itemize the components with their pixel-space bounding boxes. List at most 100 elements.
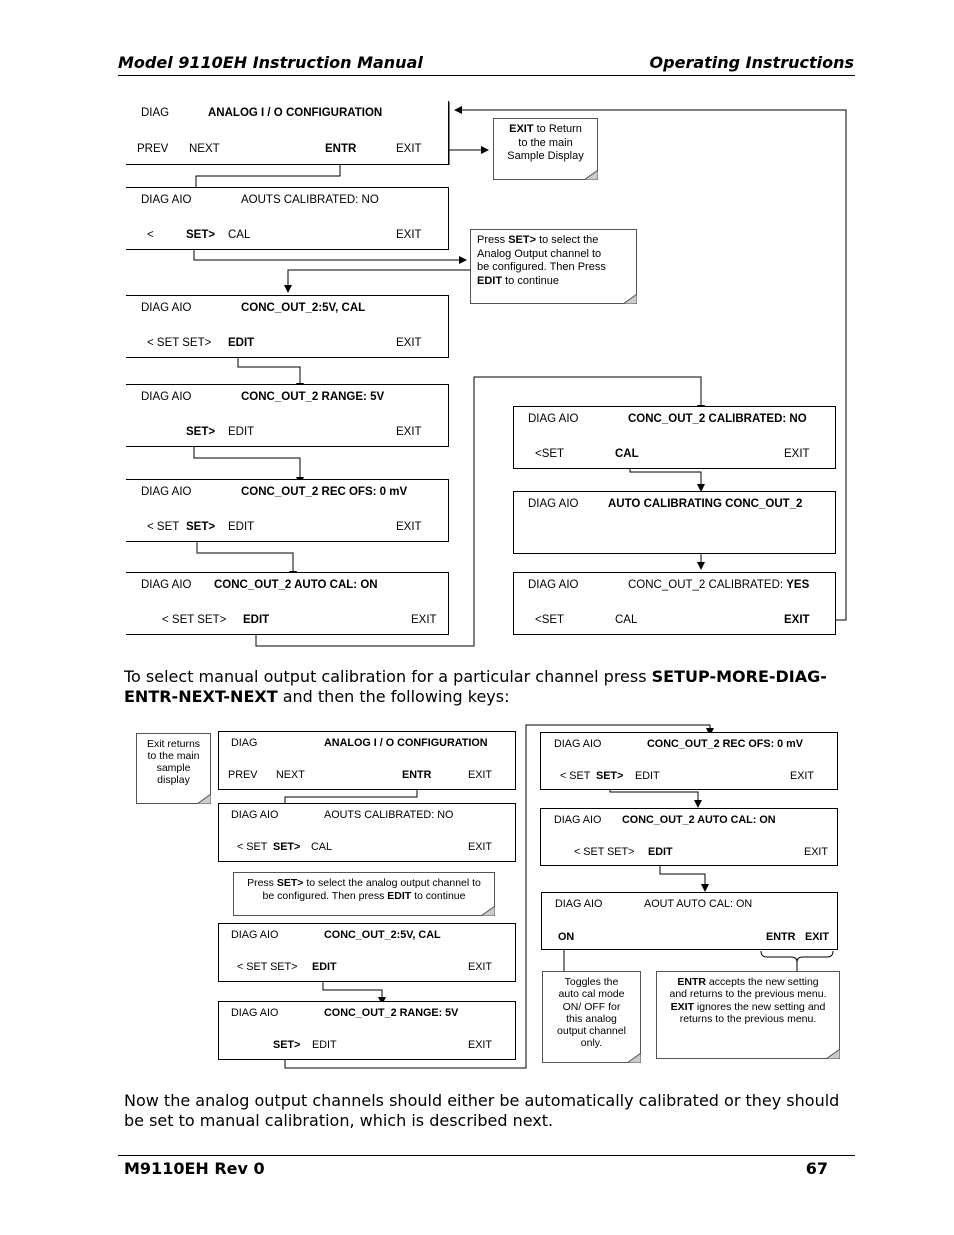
section-title: Operating Instructions (649, 53, 854, 72)
screen-title-right: CONC_OUT_2 AUTO CAL: ON (622, 814, 776, 826)
key-edit[interactable]: EDIT (243, 614, 269, 626)
key-set-next[interactable]: SET> (273, 1039, 300, 1051)
key-exit[interactable]: EXIT (396, 521, 422, 533)
key-exit[interactable]: EXIT (468, 1039, 492, 1051)
d2-screen-range: DIAG AIO CONC_OUT_2 RANGE: 5V SET> EDIT … (218, 1001, 516, 1060)
key-set-prev[interactable]: < SET (147, 521, 179, 533)
screen-title-left: DIAG AIO (528, 579, 579, 591)
note-text: Press (477, 234, 509, 246)
note-text: Analog Output channel to (477, 247, 602, 260)
note-text: auto cal mode (558, 988, 625, 1001)
note-text: Press (247, 877, 277, 889)
key-exit[interactable]: EXIT (804, 846, 828, 858)
d2-screen-auto-cal: DIAG AIO CONC_OUT_2 AUTO CAL: ON < SET S… (540, 808, 838, 866)
note-bold: EDIT (387, 890, 412, 902)
page-fold-icon (627, 1053, 641, 1063)
screen-title-left: DIAG AIO (555, 898, 603, 910)
key-cal[interactable]: CAL (615, 614, 637, 626)
screen-title-right: CONC_OUT_2 RANGE: 5V (324, 1007, 459, 1019)
screen-title-right: CONC_OUT_2:5V, CAL (324, 929, 441, 941)
key-exit[interactable]: EXIT (396, 337, 422, 349)
key-exit[interactable]: EXIT (784, 448, 810, 460)
d1-screen-analog-io-config: DIAG ANALOG I / O CONFIGURATION PREV NEX… (126, 101, 449, 165)
key-set-next[interactable]: SET> (186, 426, 215, 438)
key-edit[interactable]: EDIT (312, 1039, 337, 1051)
screen-title-right: CONC_OUT_2 AUTO CAL: ON (214, 579, 378, 591)
screen-title-left: DIAG AIO (141, 579, 192, 591)
revision-label: M9110EH Rev 0 (124, 1159, 265, 1178)
note-text: accepts the new setting (705, 976, 819, 988)
key-set-prev[interactable]: <SET (535, 614, 564, 626)
key-next[interactable]: NEXT (189, 143, 220, 155)
d2-screen-aout-auto-cal: DIAG AIO AOUT AUTO CAL: ON ON ENTR EXIT (541, 892, 838, 950)
d1-screen-calibrated-yes: DIAG AIO CONC_OUT_2 CALIBRATED: YES <SET… (513, 572, 836, 635)
key-set-prev-next[interactable]: < SET SET> (162, 614, 226, 626)
key-exit[interactable]: EXIT (396, 426, 422, 438)
page-fold-icon (481, 906, 495, 916)
key-set-prev[interactable]: <SET (535, 448, 564, 460)
key-entr[interactable]: ENTR (402, 769, 431, 781)
key-edit[interactable]: EDIT (228, 426, 254, 438)
key-exit[interactable]: EXIT (805, 931, 829, 943)
key-entr[interactable]: ENTR (766, 931, 795, 943)
key-edit[interactable]: EDIT (312, 961, 337, 973)
note-text: ON/ OFF for (562, 1000, 621, 1013)
manual-title: Model 9110EH Instruction Manual (118, 53, 423, 72)
key-exit[interactable]: EXIT (468, 961, 492, 973)
screen-title-left: DIAG (141, 107, 170, 119)
note-text: ignores the new setting and (694, 1000, 826, 1013)
key-edit[interactable]: EDIT (228, 521, 254, 533)
key-edit[interactable]: EDIT (228, 337, 254, 349)
screen-title-right: AOUT AUTO CAL: ON (644, 898, 753, 910)
key-set-next[interactable]: SET> (186, 229, 215, 241)
key-exit[interactable]: EXIT (468, 769, 492, 781)
key-prev-arrow[interactable]: < (147, 229, 154, 241)
screen-title-right: AUTO CALIBRATING CONC_OUT_2 (608, 498, 803, 510)
key-on-toggle[interactable]: ON (558, 931, 574, 943)
note-text: returns to the previous menu. (679, 1012, 817, 1025)
key-set-prev[interactable]: < SET (237, 841, 267, 853)
key-exit[interactable]: EXIT (784, 614, 810, 626)
instruction-paragraph: To select manual output calibration for … (124, 667, 859, 706)
key-set-prev[interactable]: < SET (560, 770, 590, 782)
screen-title-left: DIAG (231, 737, 258, 749)
note-text: Toggles the (564, 976, 619, 988)
screen-title-left: DIAG AIO (141, 194, 192, 206)
key-set-prev-next[interactable]: < SET SET> (237, 961, 297, 973)
screen-title-right: CONC_OUT_2 RANGE: 5V (241, 391, 385, 403)
key-prev[interactable]: PREV (137, 143, 168, 155)
note-text: display (157, 774, 190, 786)
screen-title-right: CONC_OUT_2 REC OFS: 0 mV (647, 738, 803, 750)
key-exit[interactable]: EXIT (468, 841, 492, 853)
key-exit[interactable]: EXIT (790, 770, 814, 782)
note-bold: ENTR (677, 976, 706, 988)
key-cal[interactable]: CAL (228, 229, 250, 241)
note-text: sample (156, 762, 191, 774)
status-label: CONC_OUT_2 CALIBRATED: (628, 579, 787, 591)
key-edit[interactable]: EDIT (635, 770, 660, 782)
key-edit[interactable]: EDIT (648, 846, 673, 858)
screen-title-left: DIAG AIO (141, 391, 192, 403)
note-exit-returns: Exit returns to the main sample display (136, 733, 211, 804)
note-press-set: Press SET> to select the analog output c… (233, 872, 495, 916)
key-prev[interactable]: PREV (228, 769, 257, 781)
key-set-next[interactable]: SET> (273, 841, 300, 853)
key-exit[interactable]: EXIT (396, 143, 422, 155)
key-set-next[interactable]: SET> (596, 770, 623, 782)
screen-title-left: DIAG AIO (231, 929, 279, 941)
note-bold: EXIT (670, 1000, 694, 1013)
key-cal[interactable]: CAL (615, 448, 639, 460)
note-text: to the main (518, 136, 573, 149)
key-exit[interactable]: EXIT (396, 229, 422, 241)
key-set-next[interactable]: SET> (186, 521, 215, 533)
screen-title-right: ANALOG I / O CONFIGURATION (324, 737, 488, 749)
screen-title-right: CONC_OUT_2 REC OFS: 0 mV (241, 486, 408, 498)
key-set-prev-next[interactable]: < SET SET> (574, 846, 634, 858)
page-fold-icon (584, 170, 598, 180)
key-next[interactable]: NEXT (276, 769, 305, 781)
key-exit[interactable]: EXIT (411, 614, 437, 626)
page-fold-icon (623, 294, 637, 304)
key-set-prev-next[interactable]: < SET SET> (147, 337, 211, 349)
key-cal[interactable]: CAL (311, 841, 332, 853)
key-entr[interactable]: ENTR (325, 143, 356, 155)
